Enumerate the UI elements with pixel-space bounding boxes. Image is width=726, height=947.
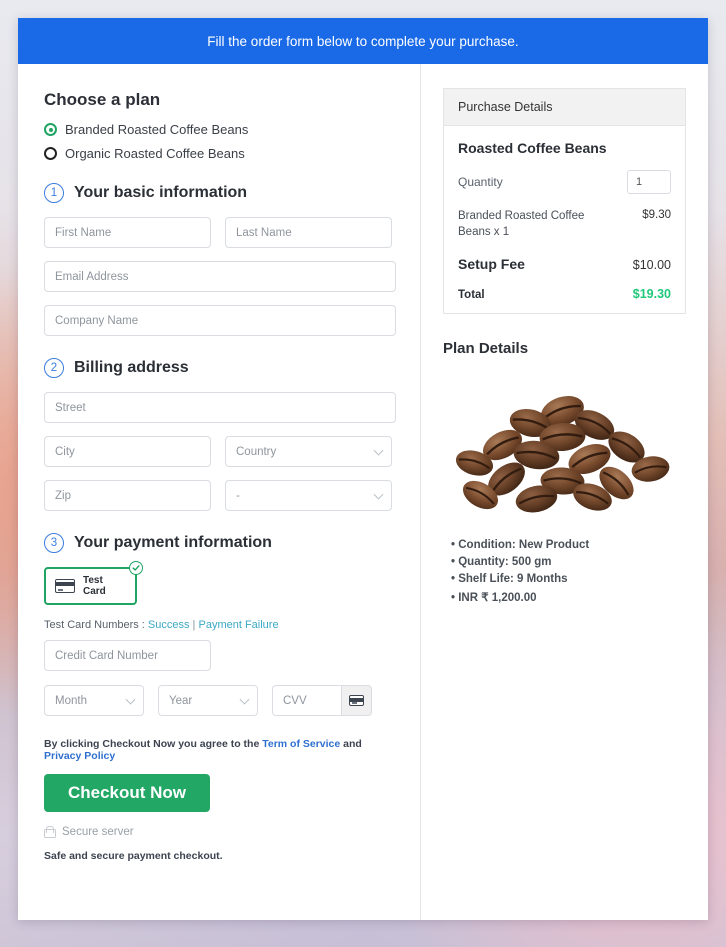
cvv-input[interactable]: CVV: [272, 685, 341, 716]
line-item-amount: $9.30: [642, 209, 671, 221]
expiry-year-select[interactable]: Year: [158, 685, 258, 716]
credit-card-icon: [349, 695, 364, 706]
card-number-row: Credit Card Number: [44, 640, 396, 671]
purchase-details-body: Roasted Coffee Beans Quantity 1 Branded …: [444, 126, 685, 313]
zip-state-row: Zip -: [44, 480, 396, 511]
country-select-value: Country: [236, 445, 277, 458]
setup-fee-row: Setup Fee $10.00: [458, 256, 671, 272]
last-name-input[interactable]: Last Name: [225, 217, 392, 248]
choose-plan-heading: Choose a plan: [44, 90, 161, 109]
company-input[interactable]: Company Name: [44, 305, 396, 336]
plan-option-organic[interactable]: Organic Roasted Coffee Beans: [44, 146, 396, 161]
summary-column: Purchase Details Roasted Coffee Beans Qu…: [421, 64, 708, 920]
plan-bullets: Condition: New Product Quantity: 500 gm …: [443, 539, 686, 604]
total-label: Total: [458, 289, 485, 302]
test-card-numbers: Test Card Numbers : Success | Payment Fa…: [44, 619, 396, 631]
chevron-down-icon: [239, 694, 250, 705]
line-item-name: Branded Roasted Coffee Beans x 1: [458, 210, 585, 238]
banner: Fill the order form below to complete yo…: [18, 18, 708, 64]
step-3-number: 3: [44, 533, 64, 553]
name-row: First Name Last Name: [44, 217, 396, 248]
email-input[interactable]: Email Address: [44, 261, 396, 292]
radio-branded-icon[interactable]: [44, 123, 57, 136]
expiry-cvv-row: Month Year CVV: [44, 685, 396, 716]
country-select[interactable]: Country: [225, 436, 392, 467]
check-circle-icon: [129, 561, 143, 575]
step-2-title: Billing address: [74, 359, 189, 376]
zip-input[interactable]: Zip: [44, 480, 211, 511]
test-card-success-link[interactable]: Success: [148, 619, 190, 631]
order-form-column: Choose a plan Branded Roasted Coffee Bea…: [18, 64, 420, 920]
step-1-header: 1 Your basic information: [44, 183, 396, 203]
expiry-year-value: Year: [169, 694, 193, 707]
test-card-tile[interactable]: Test Card: [44, 561, 143, 605]
terms-mid: and: [340, 738, 362, 750]
quantity-input[interactable]: 1: [627, 170, 671, 194]
purchase-details-header: Purchase Details: [444, 89, 685, 126]
credit-card-number-input[interactable]: Credit Card Number: [44, 640, 211, 671]
product-title: Roasted Coffee Beans: [458, 140, 607, 156]
step-1-title: Your basic information: [74, 184, 248, 201]
chevron-down-icon: [373, 445, 384, 456]
terms-prefix: By clicking Checkout Now you agree to th…: [44, 738, 263, 750]
body-columns: Choose a plan Branded Roasted Coffee Bea…: [18, 64, 708, 920]
step-2-header: 2 Billing address: [44, 358, 396, 378]
plan-option-branded[interactable]: Branded Roasted Coffee Beans: [44, 122, 396, 137]
lock-icon: [44, 826, 56, 838]
state-select[interactable]: -: [225, 480, 392, 511]
chevron-down-icon: [125, 694, 136, 705]
list-item: Quantity: 500 gm: [451, 556, 686, 568]
credit-card-icon: [55, 579, 75, 593]
secure-server-text: Secure server: [62, 826, 134, 838]
checkout-button[interactable]: Checkout Now: [44, 774, 210, 812]
quantity-label: Quantity: [458, 175, 503, 189]
step-2-number: 2: [44, 358, 64, 378]
cvv-help-button[interactable]: [341, 685, 372, 716]
plan-option-branded-label: Branded Roasted Coffee Beans: [65, 122, 249, 137]
line-item-row: Branded Roasted Coffee Beans x 1 $9.30: [458, 209, 671, 240]
banner-text: Fill the order form below to complete yo…: [207, 33, 519, 49]
street-input[interactable]: Street: [44, 392, 396, 423]
plan-option-organic-label: Organic Roasted Coffee Beans: [65, 146, 245, 161]
email-row: Email Address: [44, 261, 396, 292]
state-select-value: -: [236, 489, 240, 502]
list-item: INR ₹ 1,200.00: [451, 590, 686, 604]
safe-checkout-text: Safe and secure payment checkout.: [44, 850, 223, 862]
setup-fee-label: Setup Fee: [458, 256, 525, 273]
total-row: Total $19.30: [458, 287, 671, 301]
expiry-month-select[interactable]: Month: [44, 685, 144, 716]
city-country-row: City Country: [44, 436, 396, 467]
privacy-policy-link[interactable]: Privacy Policy: [44, 750, 115, 762]
city-input[interactable]: City: [44, 436, 211, 467]
checkout-page: Fill the order form below to complete yo…: [0, 0, 726, 947]
terms-of-service-link[interactable]: Term of Service: [262, 738, 340, 750]
company-row: Company Name: [44, 305, 396, 336]
total-amount: $19.30: [632, 287, 671, 302]
cvv-group: CVV: [272, 685, 372, 716]
test-card-failure-link[interactable]: Payment Failure: [198, 619, 278, 631]
radio-organic-icon[interactable]: [44, 147, 57, 160]
purchase-details-card: Purchase Details Roasted Coffee Beans Qu…: [443, 88, 686, 315]
step-3-header: 3 Your payment information: [44, 533, 396, 553]
expiry-month-value: Month: [55, 694, 87, 707]
plan-details-title: Plan Details: [443, 340, 529, 358]
checkout-card: Fill the order form below to complete yo…: [18, 18, 708, 920]
list-item: Condition: New Product: [451, 539, 686, 551]
terms-text: By clicking Checkout Now you agree to th…: [44, 738, 396, 762]
setup-fee-amount: $10.00: [632, 258, 671, 273]
street-row: Street: [44, 392, 396, 423]
quantity-row: Quantity 1: [458, 170, 671, 194]
secure-server-row: Secure server: [44, 826, 396, 838]
test-card-tile-label: Test Card: [83, 575, 106, 597]
step-1-number: 1: [44, 183, 64, 203]
list-item: Shelf Life: 9 Months: [451, 573, 686, 585]
coffee-beans-image: [455, 396, 670, 513]
step-3-title: Your payment information: [74, 534, 272, 551]
chevron-down-icon: [373, 489, 384, 500]
first-name-input[interactable]: First Name: [44, 217, 211, 248]
test-card-numbers-prefix: Test Card Numbers :: [44, 619, 148, 631]
